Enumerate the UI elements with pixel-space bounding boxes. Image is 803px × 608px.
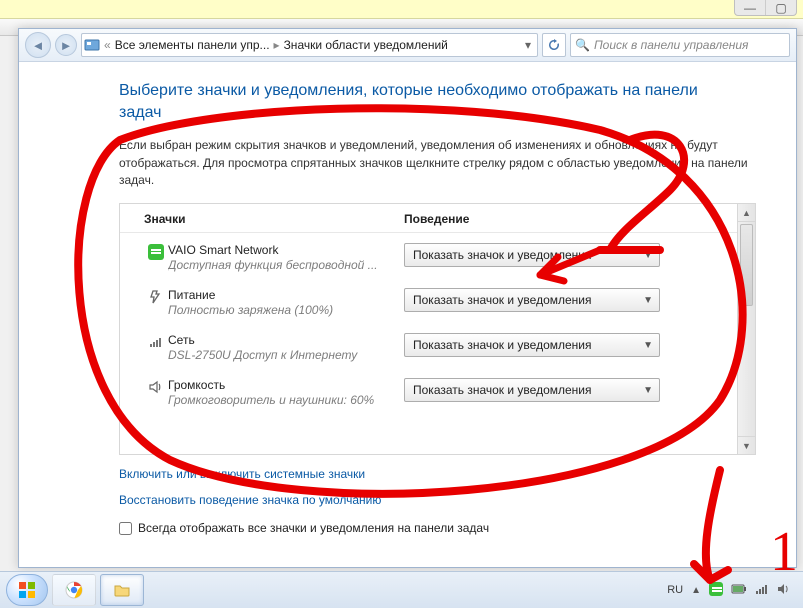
table-row: Громкость Громкоговоритель и наушники: 6… <box>120 368 737 413</box>
power-icon <box>144 288 168 305</box>
row-subtitle: Громкоговоритель и наушники: 60% <box>168 393 398 407</box>
chevron-down-icon: ▼ <box>643 385 653 396</box>
chevron-left-icon: « <box>104 38 111 52</box>
folder-icon <box>113 581 131 599</box>
row-name: Питание <box>168 288 404 302</box>
outer-browser-top: — ▢ <box>0 0 803 19</box>
windows-logo-icon <box>17 580 37 600</box>
table-row: Сеть DSL-2750U Доступ к Интернету Показа… <box>120 323 737 368</box>
chevron-down-icon: ▼ <box>643 340 653 351</box>
tray-volume-icon[interactable] <box>777 582 791 599</box>
taskbar-app-chrome[interactable] <box>52 574 96 606</box>
network-icon <box>144 333 168 350</box>
table-row: Питание Полностью заряжена (100%) Показа… <box>120 278 737 323</box>
system-tray: RU ▲ <box>667 582 797 599</box>
minimize-button[interactable]: — <box>735 0 765 15</box>
notification-icons-table: Значки Поведение VAIO Smart Network Дост… <box>119 203 756 455</box>
control-panel-icon <box>84 37 100 53</box>
scroll-down-button[interactable]: ▼ <box>738 436 755 454</box>
breadcrumb-dropdown-icon[interactable]: ▾ <box>521 38 535 52</box>
row-name: Громкость <box>168 378 404 392</box>
dropdown-value: Показать значок и уведомления <box>413 383 592 397</box>
page-description: Если выбран режим скрытия значков и увед… <box>119 137 756 189</box>
tray-vaio-icon[interactable] <box>709 582 723 599</box>
row-subtitle: Полностью заряжена (100%) <box>168 303 398 317</box>
taskbar: RU ▲ <box>0 571 803 608</box>
breadcrumb-current[interactable]: Значки области уведомлений <box>284 38 448 52</box>
column-header-behavior: Поведение <box>404 212 469 226</box>
scroll-up-button[interactable]: ▲ <box>738 204 755 222</box>
table-row: VAIO Smart Network Доступная функция бес… <box>120 233 737 278</box>
behavior-dropdown[interactable]: Показать значок и уведомления ▼ <box>404 288 660 312</box>
toggle-system-icons-link[interactable]: Включить или выключить системные значки <box>119 467 756 481</box>
restore-defaults-link[interactable]: Восстановить поведение значка по умолчан… <box>119 493 756 507</box>
scrollbar-thumb[interactable] <box>740 224 753 306</box>
row-name: VAIO Smart Network <box>168 243 404 257</box>
search-placeholder: Поиск в панели управления <box>594 38 749 52</box>
chevron-right-icon: ▸ <box>274 38 280 52</box>
nav-back-button[interactable]: ◄ <box>25 32 51 58</box>
refresh-button[interactable] <box>542 33 566 57</box>
row-subtitle: Доступная функция беспроводной ... <box>168 258 398 272</box>
chrome-icon <box>65 581 83 599</box>
scrollbar[interactable]: ▲ ▼ <box>737 204 755 454</box>
behavior-dropdown[interactable]: Показать значок и уведомления ▼ <box>404 243 660 267</box>
chevron-down-icon: ▼ <box>643 295 653 306</box>
left-gutter <box>19 62 119 567</box>
row-subtitle: DSL-2750U Доступ к Интернету <box>168 348 398 362</box>
start-button[interactable] <box>6 574 48 606</box>
address-bar: ◄ ► « Все элементы панели упр... ▸ Значк… <box>19 29 796 62</box>
tray-overflow-icon[interactable]: ▲ <box>691 585 701 596</box>
chevron-down-icon: ▼ <box>643 250 653 261</box>
column-header-icons: Значки <box>144 212 404 226</box>
dropdown-value: Показать значок и уведомления <box>413 248 592 262</box>
tray-network-icon[interactable] <box>755 582 769 599</box>
control-panel-window: ◄ ► « Все элементы панели упр... ▸ Значк… <box>18 28 797 568</box>
behavior-dropdown[interactable]: Показать значок и уведомления ▼ <box>404 333 660 357</box>
row-name: Сеть <box>168 333 404 347</box>
tray-language[interactable]: RU <box>667 584 683 596</box>
vaio-network-icon <box>144 243 168 260</box>
search-icon: 🔍 <box>575 38 590 52</box>
volume-icon <box>144 378 168 395</box>
always-show-checkbox[interactable] <box>119 522 132 535</box>
page-title: Выберите значки и уведомления, которые н… <box>119 80 739 123</box>
outer-window-buttons: — ▢ <box>734 0 797 16</box>
nav-forward-button[interactable]: ► <box>55 34 77 56</box>
refresh-icon <box>548 39 560 51</box>
search-box[interactable]: 🔍 Поиск в панели управления <box>570 33 790 57</box>
maximize-button[interactable]: ▢ <box>765 0 796 15</box>
dropdown-value: Показать значок и уведомления <box>413 338 592 352</box>
breadcrumb-root[interactable]: Все элементы панели упр... <box>115 38 270 52</box>
behavior-dropdown[interactable]: Показать значок и уведомления ▼ <box>404 378 660 402</box>
dropdown-value: Показать значок и уведомления <box>413 293 592 307</box>
always-show-label: Всегда отображать все значки и уведомлен… <box>138 521 489 535</box>
taskbar-app-explorer[interactable] <box>100 574 144 606</box>
breadcrumb-bar[interactable]: « Все элементы панели упр... ▸ Значки об… <box>81 33 538 57</box>
tray-power-icon[interactable] <box>731 582 747 598</box>
